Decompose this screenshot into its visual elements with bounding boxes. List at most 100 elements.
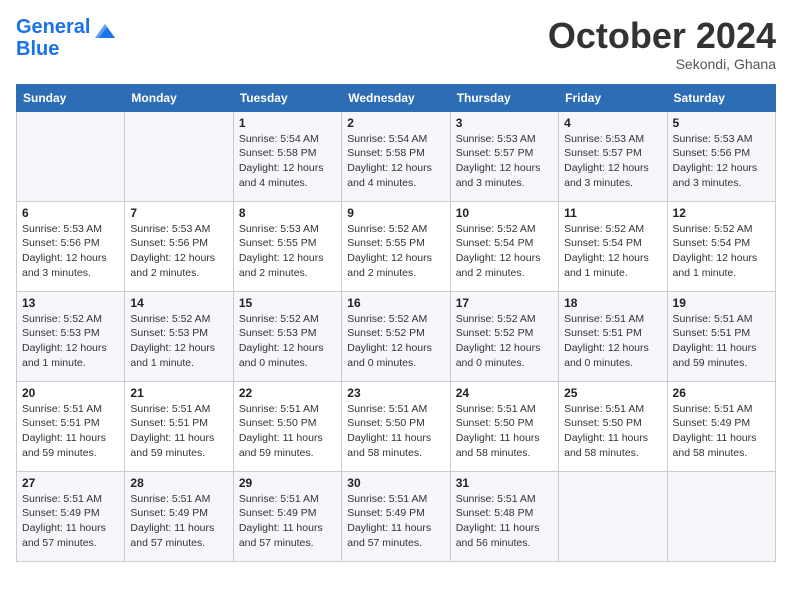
day-cell: 23 Sunrise: 5:51 AMSunset: 5:50 PMDayligh… [342, 381, 450, 471]
day-info: Sunrise: 5:52 AMSunset: 5:54 PMDaylight:… [456, 222, 553, 281]
day-cell: 31 Sunrise: 5:51 AMSunset: 5:48 PMDayligh… [450, 471, 558, 561]
day-info: Sunrise: 5:52 AMSunset: 5:52 PMDaylight:… [456, 312, 553, 371]
day-cell: 8Sunrise: 5:53 AMSunset: 5:55 PMDaylight… [233, 201, 341, 291]
day-info: Sunrise: 5:52 AMSunset: 5:53 PMDaylight:… [130, 312, 227, 371]
week-row-2: 6 Sunrise: 5:53 AMSunset: 5:56 PMDaylight… [17, 201, 776, 291]
column-header-sunday: Sunday [17, 84, 125, 111]
day-number: 17 [456, 296, 553, 310]
day-cell: 5Sunrise: 5:53 AMSunset: 5:56 PMDaylight… [667, 111, 775, 201]
logo-blue: Blue [16, 38, 90, 60]
day-info: Sunrise: 5:52 AMSunset: 5:52 PMDaylight:… [347, 312, 444, 371]
week-row-5: 27Sunrise: 5:51 AMSunset: 5:49 PMDayligh… [17, 471, 776, 561]
day-number: 6 [22, 206, 119, 220]
day-cell: 15 Sunrise: 5:52 AMSunset: 5:53 PMDayligh… [233, 291, 341, 381]
day-info: Sunrise: 5:51 AMSunset: 5:50 PMDaylight:… [564, 402, 661, 461]
day-number: 24 [456, 386, 553, 400]
day-info: Sunrise: 5:51 AMSunset: 5:49 PMDaylight:… [673, 402, 770, 461]
day-info: Sunrise: 5:51 AMSunset: 5:51 PMDaylight:… [564, 312, 661, 371]
day-cell: 30 Sunrise: 5:51 AMSunset: 5:49 PMDayligh… [342, 471, 450, 561]
day-cell: 2 Sunrise: 5:54 AMSunset: 5:58 PMDaylight… [342, 111, 450, 201]
day-info: Sunrise: 5:53 AMSunset: 5:57 PMDaylight:… [456, 132, 553, 191]
day-info: Sunrise: 5:52 AMSunset: 5:55 PMDaylight:… [347, 222, 444, 281]
day-number: 15 [239, 296, 336, 310]
day-cell: 26 Sunrise: 5:51 AMSunset: 5:49 PMDayligh… [667, 381, 775, 471]
column-header-wednesday: Wednesday [342, 84, 450, 111]
day-info: Sunrise: 5:51 AMSunset: 5:51 PMDaylight:… [130, 402, 227, 461]
day-cell: 12 Sunrise: 5:52 AMSunset: 5:54 PMDayligh… [667, 201, 775, 291]
day-number: 11 [564, 206, 661, 220]
day-number: 16 [347, 296, 444, 310]
day-info: Sunrise: 5:51 AMSunset: 5:50 PMDaylight:… [239, 402, 336, 461]
day-cell: 19 Sunrise: 5:51 AMSunset: 5:51 PMDayligh… [667, 291, 775, 381]
day-info: Sunrise: 5:54 AMSunset: 5:58 PMDaylight:… [239, 132, 336, 191]
day-number: 26 [673, 386, 770, 400]
day-info: Sunrise: 5:52 AMSunset: 5:53 PMDaylight:… [22, 312, 119, 371]
day-number: 18 [564, 296, 661, 310]
day-number: 3 [456, 116, 553, 130]
calendar-table: SundayMondayTuesdayWednesdayThursdayFrid… [16, 84, 776, 562]
day-number: 13 [22, 296, 119, 310]
day-cell: 9Sunrise: 5:52 AMSunset: 5:55 PMDaylight… [342, 201, 450, 291]
column-header-monday: Monday [125, 84, 233, 111]
day-info: Sunrise: 5:51 AMSunset: 5:50 PMDaylight:… [347, 402, 444, 461]
title-block: October 2024 Sekondi, Ghana [548, 16, 776, 72]
location: Sekondi, Ghana [548, 56, 776, 72]
day-cell: 27Sunrise: 5:51 AMSunset: 5:49 PMDayligh… [17, 471, 125, 561]
day-cell: 29 Sunrise: 5:51 AMSunset: 5:49 PMDayligh… [233, 471, 341, 561]
logo-general: General [16, 16, 90, 38]
column-header-saturday: Saturday [667, 84, 775, 111]
column-header-thursday: Thursday [450, 84, 558, 111]
day-info: Sunrise: 5:51 AMSunset: 5:50 PMDaylight:… [456, 402, 553, 461]
week-row-4: 20 Sunrise: 5:51 AMSunset: 5:51 PMDayligh… [17, 381, 776, 471]
day-info: Sunrise: 5:54 AMSunset: 5:58 PMDaylight:… [347, 132, 444, 191]
logo: General Blue [16, 16, 117, 60]
day-number: 29 [239, 476, 336, 490]
day-info: Sunrise: 5:52 AMSunset: 5:54 PMDaylight:… [673, 222, 770, 281]
day-info: Sunrise: 5:53 AMSunset: 5:55 PMDaylight:… [239, 222, 336, 281]
day-info: Sunrise: 5:51 AMSunset: 5:49 PMDaylight:… [239, 492, 336, 551]
day-info: Sunrise: 5:51 AMSunset: 5:49 PMDaylight:… [130, 492, 227, 551]
logo-icon [93, 20, 117, 49]
day-number: 2 [347, 116, 444, 130]
day-number: 1 [239, 116, 336, 130]
day-info: Sunrise: 5:51 AMSunset: 5:51 PMDaylight:… [22, 402, 119, 461]
day-info: Sunrise: 5:52 AMSunset: 5:53 PMDaylight:… [239, 312, 336, 371]
day-info: Sunrise: 5:53 AMSunset: 5:56 PMDaylight:… [22, 222, 119, 281]
week-row-3: 13 Sunrise: 5:52 AMSunset: 5:53 PMDayligh… [17, 291, 776, 381]
day-info: Sunrise: 5:51 AMSunset: 5:49 PMDaylight:… [347, 492, 444, 551]
day-number: 30 [347, 476, 444, 490]
column-header-friday: Friday [559, 84, 667, 111]
day-cell: 4 Sunrise: 5:53 AMSunset: 5:57 PMDaylight… [559, 111, 667, 201]
day-number: 25 [564, 386, 661, 400]
day-info: Sunrise: 5:53 AMSunset: 5:57 PMDaylight:… [564, 132, 661, 191]
day-cell: 20 Sunrise: 5:51 AMSunset: 5:51 PMDayligh… [17, 381, 125, 471]
day-number: 20 [22, 386, 119, 400]
day-info: Sunrise: 5:51 AMSunset: 5:49 PMDaylight:… [22, 492, 119, 551]
day-number: 14 [130, 296, 227, 310]
day-number: 10 [456, 206, 553, 220]
column-header-tuesday: Tuesday [233, 84, 341, 111]
day-info: Sunrise: 5:51 AMSunset: 5:48 PMDaylight:… [456, 492, 553, 551]
day-cell [667, 471, 775, 561]
day-cell: 10 Sunrise: 5:52 AMSunset: 5:54 PMDayligh… [450, 201, 558, 291]
day-number: 28 [130, 476, 227, 490]
day-cell: 22 Sunrise: 5:51 AMSunset: 5:50 PMDayligh… [233, 381, 341, 471]
day-cell: 13 Sunrise: 5:52 AMSunset: 5:53 PMDayligh… [17, 291, 125, 381]
day-number: 4 [564, 116, 661, 130]
day-cell: 11 Sunrise: 5:52 AMSunset: 5:54 PMDayligh… [559, 201, 667, 291]
day-info: Sunrise: 5:51 AMSunset: 5:51 PMDaylight:… [673, 312, 770, 371]
day-number: 12 [673, 206, 770, 220]
day-info: Sunrise: 5:53 AMSunset: 5:56 PMDaylight:… [673, 132, 770, 191]
logo-text: General Blue [16, 16, 90, 60]
month-title: October 2024 [548, 16, 776, 56]
day-cell: 1 Sunrise: 5:54 AMSunset: 5:58 PMDaylight… [233, 111, 341, 201]
day-cell: 3 Sunrise: 5:53 AMSunset: 5:57 PMDaylight… [450, 111, 558, 201]
day-number: 31 [456, 476, 553, 490]
day-number: 22 [239, 386, 336, 400]
day-cell [17, 111, 125, 201]
day-number: 23 [347, 386, 444, 400]
page-header: General Blue October 2024 Sekondi, Ghana [16, 16, 776, 72]
day-info: Sunrise: 5:52 AMSunset: 5:54 PMDaylight:… [564, 222, 661, 281]
day-cell: 28 Sunrise: 5:51 AMSunset: 5:49 PMDayligh… [125, 471, 233, 561]
day-number: 19 [673, 296, 770, 310]
